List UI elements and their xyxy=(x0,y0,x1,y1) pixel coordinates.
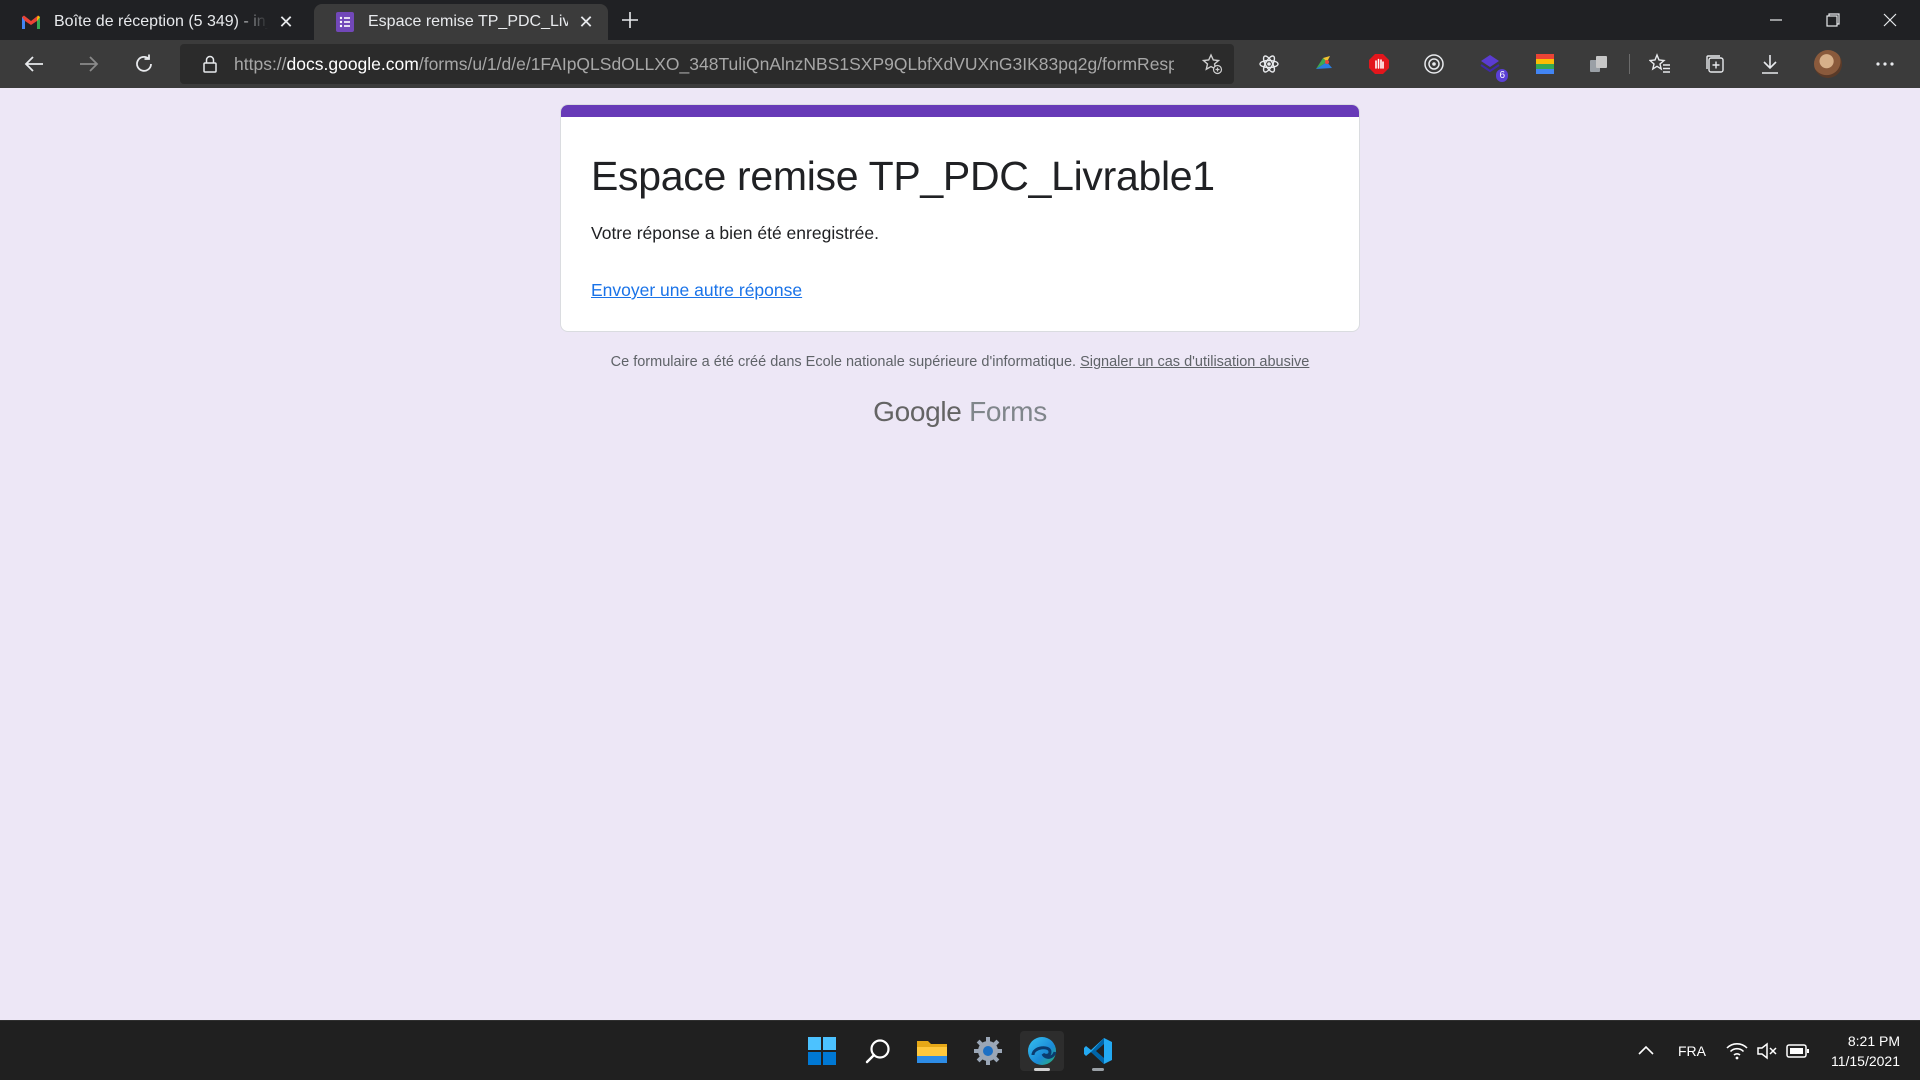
tab-gmail[interactable]: Boîte de réception (5 349) - in_fa ✕ xyxy=(0,4,308,40)
tab-google-forms[interactable]: Espace remise TP_PDC_Livrable1 ✕ xyxy=(314,4,608,40)
active-app-indicator xyxy=(1034,1068,1050,1071)
color-picker-extension-icon[interactable] xyxy=(1312,52,1336,76)
tab-strip: Boîte de réception (5 349) - in_fa ✕ Esp… xyxy=(0,0,1920,40)
restore-button[interactable] xyxy=(1805,0,1861,40)
url-host: docs.google.com xyxy=(286,53,419,74)
address-bar[interactable]: https://docs.google.com/forms/u/1/d/e/1F… xyxy=(180,44,1234,84)
url-path: /forms/u/1/d/e/1FAIpQLSdOLLXO_348TuliQnA… xyxy=(418,53,1174,74)
gmail-icon xyxy=(20,11,42,33)
tab-title: Espace remise TP_PDC_Livrable1 xyxy=(368,13,568,30)
google-wordmark: Google xyxy=(873,396,962,427)
google-forms-icon xyxy=(334,11,356,33)
close-tab-icon[interactable]: ✕ xyxy=(274,10,298,34)
battery-icon[interactable] xyxy=(1786,1021,1810,1080)
form-title: Espace remise TP_PDC_Livrable1 xyxy=(591,153,1215,199)
settings-menu-icon[interactable] xyxy=(1873,52,1897,76)
input-language[interactable]: FRA xyxy=(1678,1021,1706,1080)
lock-icon[interactable] xyxy=(200,54,220,74)
react-devtools-icon[interactable] xyxy=(1257,52,1281,76)
clock-time: 8:21 PM xyxy=(1847,1033,1900,1049)
target-extension-icon[interactable] xyxy=(1422,52,1446,76)
report-abuse-link[interactable]: Signaler un cas d'utilisation abusive xyxy=(1080,354,1309,370)
start-button[interactable] xyxy=(800,1031,844,1071)
forms-wordmark: Forms xyxy=(969,396,1047,427)
new-tab-button[interactable] xyxy=(616,6,644,34)
close-window-button[interactable] xyxy=(1862,0,1918,40)
clock-date: 11/15/2021 xyxy=(1830,1053,1900,1069)
edge-browser-icon[interactable] xyxy=(1020,1031,1064,1071)
show-hidden-icons-button[interactable] xyxy=(1636,1021,1656,1080)
minimize-button[interactable] xyxy=(1748,0,1804,40)
form-footer-note: Ce formulaire a été créé dans Ecole nati… xyxy=(560,354,1360,370)
vscode-icon[interactable] xyxy=(1076,1031,1120,1071)
purple-extension-icon[interactable]: 6 xyxy=(1478,52,1508,82)
confirmation-message: Votre réponse a bien été enregistrée. xyxy=(591,223,879,243)
toolbar-separator xyxy=(1629,54,1630,74)
url-text[interactable]: https://docs.google.com/forms/u/1/d/e/1F… xyxy=(234,54,1174,75)
settings-gear-icon[interactable] xyxy=(966,1031,1010,1071)
google-forms-logo[interactable]: Google Forms xyxy=(560,396,1360,428)
favorites-icon[interactable] xyxy=(1648,52,1672,76)
extension-badge: 6 xyxy=(1496,69,1508,82)
url-scheme: https:// xyxy=(234,53,287,74)
running-app-indicator xyxy=(1092,1068,1104,1071)
system-clock[interactable]: 8:21 PM 11/15/2021 xyxy=(1831,1031,1900,1071)
form-confirmation-card: Espace remise TP_PDC_Livrable1 Votre rép… xyxy=(560,104,1360,332)
forward-button[interactable] xyxy=(73,48,105,80)
form-accent-bar xyxy=(561,105,1359,117)
footer-text: Ce formulaire a été créé dans Ecole nati… xyxy=(610,354,1077,370)
volume-muted-icon[interactable] xyxy=(1756,1021,1778,1080)
search-icon[interactable] xyxy=(856,1031,900,1071)
tab-manager-extension-icon[interactable] xyxy=(1533,52,1557,76)
extensions-icon[interactable] xyxy=(1587,52,1611,76)
collections-icon[interactable] xyxy=(1703,52,1727,76)
downloads-icon[interactable] xyxy=(1758,52,1782,76)
submit-another-response-link[interactable]: Envoyer une autre réponse xyxy=(591,280,802,301)
add-favorite-icon[interactable] xyxy=(1200,52,1224,76)
tab-title: Boîte de réception (5 349) - in_fa xyxy=(54,13,268,30)
close-tab-icon[interactable]: ✕ xyxy=(574,10,598,34)
refresh-button[interactable] xyxy=(128,48,160,80)
profile-avatar[interactable] xyxy=(1814,50,1842,78)
wifi-icon[interactable] xyxy=(1726,1021,1748,1080)
file-explorer-icon[interactable] xyxy=(910,1031,954,1071)
back-button[interactable] xyxy=(18,48,50,80)
windows-taskbar: FRA 8:21 PM 11/15/2021 xyxy=(0,1020,1920,1080)
adblock-icon[interactable] xyxy=(1367,52,1391,76)
browser-toolbar: https://docs.google.com/forms/u/1/d/e/1F… xyxy=(0,40,1920,88)
